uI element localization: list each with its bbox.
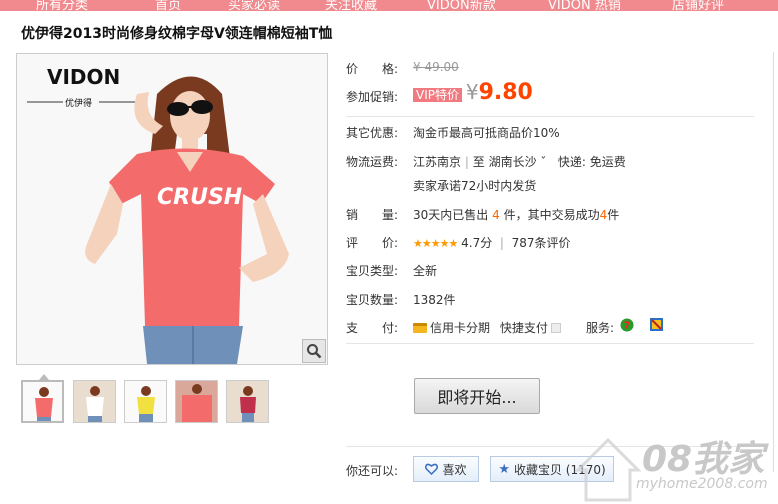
rating-count-link[interactable]: 787条评价: [512, 236, 571, 250]
thumbnail-5[interactable]: [226, 380, 269, 423]
heart-icon: [425, 463, 439, 475]
original-price: ¥ 49.00: [413, 60, 459, 74]
nav-item-new-arrivals[interactable]: VIDON新款: [427, 0, 496, 11]
watermark-url: myhome2008.com: [636, 476, 768, 492]
nav-item-buyer-guide[interactable]: 买家必读: [228, 0, 280, 11]
sales-count: 4: [492, 208, 500, 222]
magnifier-icon: [307, 344, 322, 359]
product-title: 优伊得2013时尚修身纹棉字母V领连帽棉短袖T恤: [21, 26, 333, 42]
other-discount-value: 淘金币最高可抵商品价10%: [413, 126, 560, 140]
ship-to-selector[interactable]: 湖南长沙 ˇ: [489, 155, 547, 169]
main-product-image[interactable]: VIDON 优伊得 CRUSH: [16, 53, 328, 365]
ship-to-prefix: 至: [472, 155, 485, 169]
promo-label: 参加促销:: [346, 90, 399, 104]
like-button[interactable]: 喜欢: [413, 456, 479, 482]
rating-stars-icon: ★★★★★: [413, 237, 458, 250]
nav-item-home[interactable]: 首页: [155, 0, 181, 11]
quantity-label: 宝贝数量:: [346, 293, 399, 307]
like-label: 喜欢: [442, 462, 467, 477]
vip-price-tag: VIP特价: [413, 88, 462, 102]
brand-cn-logo: 优伊得: [65, 97, 92, 109]
ship-to: 湖南长沙: [488, 155, 537, 169]
rating-score: 4.7分: [461, 236, 493, 250]
yen-symbol: ¥: [465, 80, 479, 104]
right-scroll-edge: [773, 52, 778, 472]
chevron-down-icon[interactable]: [550, 322, 561, 333]
rating-label: 评 价:: [346, 236, 399, 250]
nav-item-all-categories[interactable]: 所有分类: [36, 0, 88, 11]
shipping-promise: 卖家承诺72小时内发货: [413, 179, 537, 193]
seven-day-return-icon[interactable]: 7: [620, 317, 634, 332]
svg-text:7: 7: [624, 321, 631, 332]
thumbnail-2[interactable]: [73, 380, 116, 423]
credit-card-icon: [413, 322, 427, 333]
service-label: 服务:: [586, 321, 615, 335]
item-type-label: 宝贝类型:: [346, 264, 399, 278]
price-label: 价 格:: [346, 62, 399, 76]
rating-separator: |: [499, 236, 504, 250]
payment-row: 信用卡分期 快捷支付: [413, 319, 561, 336]
sales-text-3: 件: [607, 208, 620, 222]
shipping-label: 物流运费:: [346, 155, 399, 169]
thumbnail-4[interactable]: [175, 380, 218, 423]
shipping-fee: 快递: 免运费: [557, 155, 626, 169]
quick-pay-link[interactable]: 快捷支付: [500, 319, 548, 336]
sales-text-1: 30天内已售出: [413, 208, 489, 222]
quantity-value: 1382件: [413, 293, 456, 307]
divider: [346, 116, 754, 117]
quality-guarantee-icon[interactable]: [650, 318, 663, 331]
rating-row: ★★★★★ 4.7分 | 787条评价: [413, 234, 570, 251]
thumbnail-3[interactable]: [124, 380, 167, 423]
star-icon: ★: [498, 461, 510, 477]
ship-from: 江苏南京: [413, 155, 462, 169]
shirt-print-text: CRUSH: [157, 185, 242, 210]
promo-price: 9.80: [478, 80, 533, 105]
watermark-brand: 08我家: [642, 439, 765, 480]
payment-label: 支 付:: [346, 321, 399, 335]
credit-installment-link[interactable]: 信用卡分期: [430, 319, 490, 336]
sales-text-2: 件，其中交易成功: [503, 208, 600, 222]
divider: [346, 343, 754, 344]
other-discount-label: 其它优惠:: [346, 126, 399, 140]
brand-logo-text: VIDON: [47, 65, 120, 89]
shipping-row: 江苏南京 | 至 湖南长沙 ˇ 快递: 免运费: [413, 155, 626, 169]
thumbnail-1[interactable]: [21, 380, 64, 423]
nav-item-follow[interactable]: 关注收藏: [325, 0, 377, 11]
zoom-button[interactable]: [302, 339, 326, 363]
also-can-label: 你还可以:: [346, 464, 399, 478]
item-type-value: 全新: [413, 264, 438, 278]
sales-row: 30天内已售出 4 件，其中交易成功4件: [413, 206, 619, 223]
chevron-down-icon: ˇ: [540, 155, 547, 169]
promo-price-row: VIP特价 ¥9.80: [413, 80, 533, 105]
nav-item-reviews[interactable]: 店铺好评: [672, 0, 724, 11]
top-nav: 所有分类 首页 买家必读 关注收藏 VIDON新款 VIDON 热销 店铺好评: [0, 0, 778, 11]
nav-item-hot-sale[interactable]: VIDON 热销: [548, 0, 621, 11]
sales-label: 销 量:: [346, 208, 399, 222]
coming-soon-button[interactable]: 即将开始...: [414, 378, 540, 414]
